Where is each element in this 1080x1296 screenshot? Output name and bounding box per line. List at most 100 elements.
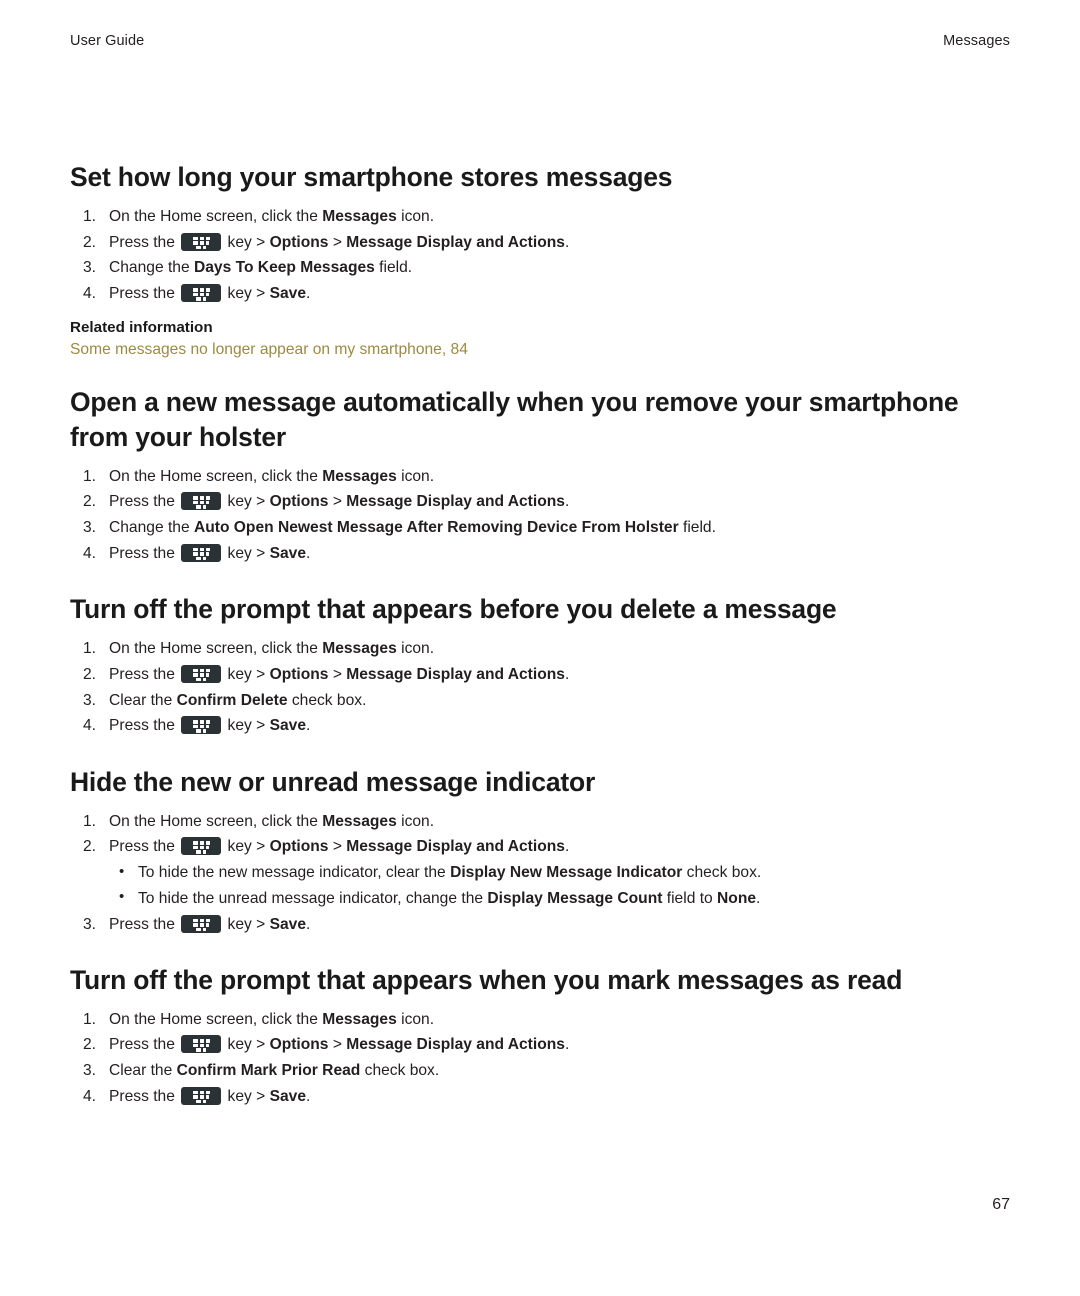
step-number: 1. xyxy=(82,812,96,830)
body-text: Press the xyxy=(109,544,180,562)
step-item: 2. Press the key > Options > Message Disp… xyxy=(70,662,1010,687)
step-number: 1. xyxy=(82,467,96,485)
body-text: Clear the xyxy=(109,691,177,709)
step-item: 1. On the Home screen, click the Messages… xyxy=(70,1007,1010,1032)
section-heading: Turn off the prompt that appears when yo… xyxy=(70,964,903,995)
step-list: 1. On the Home screen, click the Messages… xyxy=(70,636,1010,739)
emphasized-text: Save xyxy=(269,544,306,562)
step-number: 4. xyxy=(82,1087,96,1105)
step-text: Change the Auto Open Newest Message Afte… xyxy=(109,519,716,536)
body-text: check box. xyxy=(360,1062,440,1080)
step-number: 2. xyxy=(82,1036,96,1054)
sub-bullet-item: • To hide the new message indicator, clea… xyxy=(109,860,1010,885)
blackberry-menu-key-icon xyxy=(181,543,222,562)
body-text: field. xyxy=(678,519,716,537)
step-item: 1. On the Home screen, click the Messages… xyxy=(70,636,1010,661)
related-information-link[interactable]: Some messages no longer appear on my sma… xyxy=(70,338,1010,362)
emphasized-text: Message Display and Actions xyxy=(346,838,565,856)
step-text: On the Home screen, click the Messages i… xyxy=(109,1011,434,1028)
emphasized-text: Save xyxy=(269,717,306,735)
emphasized-text: Auto Open Newest Message After Removing … xyxy=(193,519,679,537)
body-text: Press the xyxy=(109,285,180,303)
body-text: . xyxy=(564,233,570,251)
body-text: > xyxy=(328,838,347,856)
blackberry-menu-key-icon xyxy=(181,1035,222,1054)
step-number: 2. xyxy=(82,233,96,251)
body-text: key > xyxy=(223,285,270,303)
step-number: 1. xyxy=(82,1010,96,1028)
body-text: Press the xyxy=(109,717,180,735)
step-text: Press the key > Save. xyxy=(109,543,311,562)
body-text: > xyxy=(328,493,347,511)
body-text: icon. xyxy=(396,207,435,225)
step-item: 4. Press the key > Save. xyxy=(70,541,1010,566)
emphasized-text: Options xyxy=(269,838,329,856)
page-number: 67 xyxy=(992,1196,1010,1213)
body-text: icon. xyxy=(396,812,435,830)
body-text: On the Home screen, click the xyxy=(109,812,323,830)
body-text: . xyxy=(756,889,761,907)
step-text: Press the key > Options > Message Displa… xyxy=(109,232,570,251)
step-item: 4. Press the key > Save. xyxy=(70,281,1010,306)
blackberry-menu-key-icon xyxy=(181,492,222,511)
body-text: key > xyxy=(223,1036,270,1054)
emphasized-text: Display Message Count xyxy=(487,889,663,907)
body-text: key > xyxy=(223,493,270,511)
body-text: Press the xyxy=(109,1036,180,1054)
body-text: key > xyxy=(223,915,270,933)
step-text: Clear the Confirm Mark Prior Read check … xyxy=(109,1062,439,1079)
body-text: . xyxy=(306,1087,311,1105)
step-text: On the Home screen, click the Messages i… xyxy=(109,813,434,830)
body-text: . xyxy=(306,544,311,562)
header-left-label: User Guide xyxy=(70,33,145,49)
body-text: check box. xyxy=(682,864,762,881)
document-section: Open a new message automatically when yo… xyxy=(70,385,1010,566)
body-text: On the Home screen, click the xyxy=(109,1010,323,1028)
step-text: On the Home screen, click the Messages i… xyxy=(109,208,434,225)
step-text: Change the Days To Keep Messages field. xyxy=(109,259,412,276)
body-text: . xyxy=(306,915,311,933)
step-number: 1. xyxy=(82,207,96,225)
step-text: Press the key > Options > Message Displa… xyxy=(109,1035,570,1054)
step-text: Press the key > Save. xyxy=(109,284,310,303)
step-number: 3. xyxy=(82,1062,96,1080)
emphasized-text: Save xyxy=(269,1087,306,1105)
body-text: key > xyxy=(223,665,270,683)
body-text: field. xyxy=(374,259,413,277)
body-text: Press the xyxy=(109,838,180,856)
body-text: Press the xyxy=(109,665,180,683)
step-item: 1. On the Home screen, click the Messages… xyxy=(70,204,1010,229)
body-text: . xyxy=(564,1036,570,1054)
blackberry-menu-key-icon xyxy=(181,837,222,856)
section-heading: Open a new message automatically when yo… xyxy=(70,386,959,452)
body-text: . xyxy=(564,493,570,511)
step-item: 2. Press the key > Options > Message Disp… xyxy=(70,1032,1010,1057)
step-item: 3. Change the Auto Open Newest Message Af… xyxy=(70,515,1010,540)
body-text: icon. xyxy=(396,1010,435,1028)
body-text: Clear the xyxy=(109,1062,177,1080)
bullet-dot-icon: • xyxy=(119,888,125,906)
blackberry-menu-key-icon xyxy=(181,914,222,933)
emphasized-text: Message Display and Actions xyxy=(346,233,565,251)
step-text: Press the key > Save. xyxy=(109,914,311,933)
step-item: 3. Clear the Confirm Delete check box. xyxy=(70,688,1010,713)
document-content: Set how long your smartphone stores mess… xyxy=(70,160,1010,1135)
body-text: icon. xyxy=(396,640,435,658)
document-page: User Guide Messages Set how long your sm… xyxy=(0,0,1080,1296)
body-text: . xyxy=(564,665,570,683)
document-section: Set how long your smartphone stores mess… xyxy=(70,160,1010,363)
bullet-dot-icon: • xyxy=(119,862,125,880)
step-number: 4. xyxy=(82,285,96,303)
body-text: key > xyxy=(223,233,270,251)
emphasized-text: Save xyxy=(269,285,306,303)
body-text: Press the xyxy=(109,493,180,511)
step-number: 3. xyxy=(82,691,96,709)
sub-bullet-list: • To hide the new message indicator, clea… xyxy=(109,860,1010,911)
step-item: 4. Press the key > Save. xyxy=(70,1084,1010,1109)
emphasized-text: Options xyxy=(269,233,329,251)
body-text: > xyxy=(328,1036,347,1054)
step-text: On the Home screen, click the Messages i… xyxy=(109,468,434,485)
step-item: 3. Clear the Confirm Mark Prior Read chec… xyxy=(70,1058,1010,1083)
step-item: 2. Press the key > Options > Message Disp… xyxy=(70,489,1010,514)
emphasized-text: Message Display and Actions xyxy=(346,1036,565,1054)
